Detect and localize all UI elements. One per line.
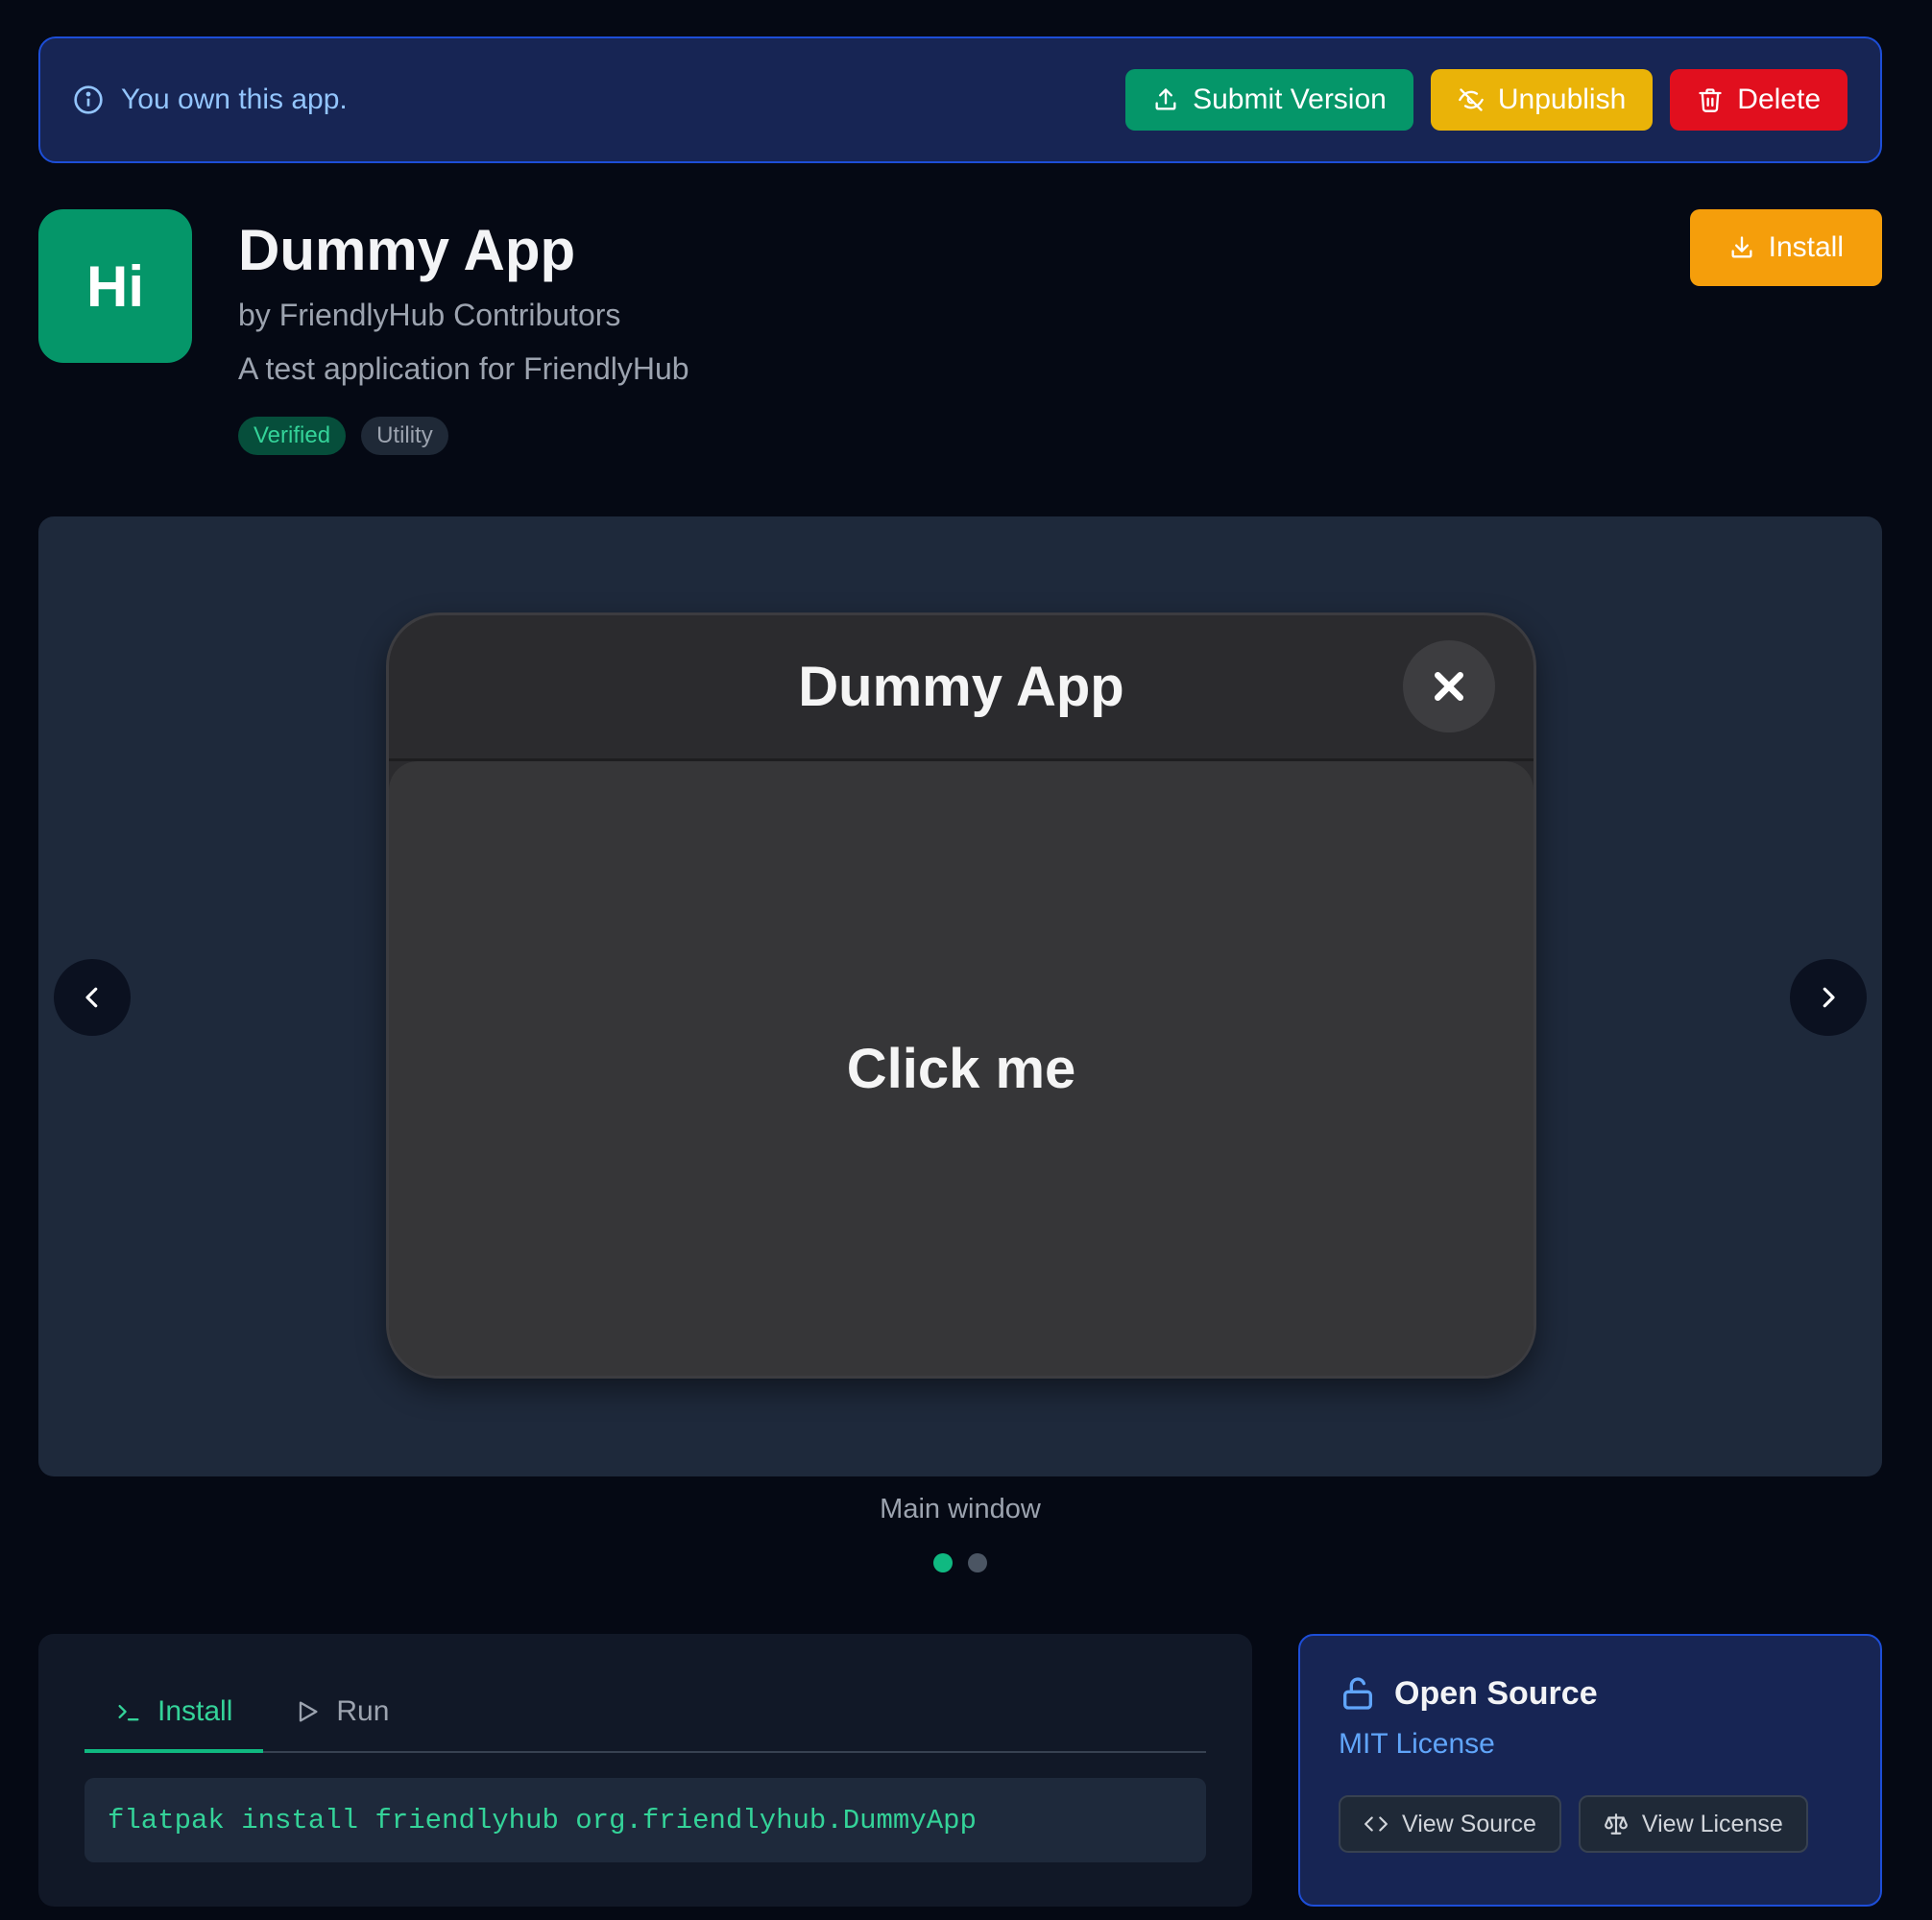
code-icon [1364,1816,1388,1832]
carousel-dot-1[interactable] [933,1553,953,1572]
install-tabs: Install Run [85,1672,1206,1753]
verified-badge: Verified [238,417,347,455]
screenshot-image: Dummy App Click me [386,612,1536,1379]
delete-button[interactable]: Delete [1670,69,1847,131]
delete-label: Delete [1737,84,1821,115]
tab-run-label: Run [336,1695,390,1727]
eye-off-icon [1459,88,1484,111]
download-icon [1731,236,1752,258]
install-panel: Install Run flatpak install friendlyhub … [38,1634,1252,1907]
screenshot-button-label: Click me [846,1037,1076,1100]
carousel-dot-2[interactable] [968,1553,987,1572]
chevron-left-icon [85,987,98,1008]
view-source-button[interactable]: View Source [1339,1795,1561,1853]
info-icon [74,85,103,114]
owner-banner: You own this app. Submit Version Unpubli… [38,36,1882,163]
view-source-label: View Source [1402,1810,1536,1837]
owner-message: You own this app. [121,84,348,115]
app-summary: A test application for FriendlyHub [238,351,689,386]
screenshot-carousel: Dummy App Click me [38,516,1882,1476]
screenshot-titlebar: Dummy App [389,615,1534,761]
carousel-prev-button[interactable] [54,959,131,1036]
license-actions: View Source View License [1339,1795,1842,1853]
unlock-icon [1343,1677,1372,1710]
badge-list: Verified Utility [238,417,448,455]
view-license-label: View License [1641,1810,1783,1837]
chevron-right-icon [1823,987,1835,1008]
app-header: Hi Dummy App by FriendlyHub Contributors… [38,209,1882,459]
carousel-dots [38,1553,1882,1572]
tab-install-label: Install [157,1695,233,1727]
app-icon: Hi [38,209,192,363]
screenshot-caption: Main window [880,1494,1041,1524]
play-icon [300,1701,318,1722]
owner-actions: Submit Version Unpublish Delete [1125,69,1847,131]
unpublish-button[interactable]: Unpublish [1430,69,1654,131]
unpublish-label: Unpublish [1497,84,1627,115]
carousel-next-button[interactable] [1790,959,1867,1036]
license-name[interactable]: MIT License [1339,1728,1842,1761]
scale-icon [1604,1813,1628,1835]
license-heading: Open Source [1339,1674,1842,1713]
tab-run[interactable]: Run [263,1672,420,1751]
tab-install[interactable]: Install [85,1672,264,1753]
trash-icon [1699,88,1722,112]
license-heading-text: Open Source [1394,1674,1598,1712]
owner-info: You own this app. [73,84,348,116]
screenshot-window-title: Dummy App [798,656,1124,718]
app-author: by FriendlyHub Contributors [238,298,621,332]
install-label: Install [1768,231,1844,263]
submit-version-label: Submit Version [1193,84,1387,115]
submit-version-button[interactable]: Submit Version [1125,69,1413,131]
install-command[interactable]: flatpak install friendlyhub org.friendly… [85,1778,1206,1862]
app-title: Dummy App [238,218,576,282]
screenshot-body: Click me [389,761,1534,1376]
view-license-button[interactable]: View License [1578,1795,1808,1853]
install-button[interactable]: Install [1689,209,1882,286]
license-panel: Open Source MIT License View Source View… [1298,1634,1882,1907]
app-icon-text: Hi [86,253,144,319]
terminal-icon [118,1705,139,1721]
category-badge[interactable]: Utility [361,417,448,455]
close-icon [1403,640,1495,732]
upload-icon [1155,88,1176,110]
